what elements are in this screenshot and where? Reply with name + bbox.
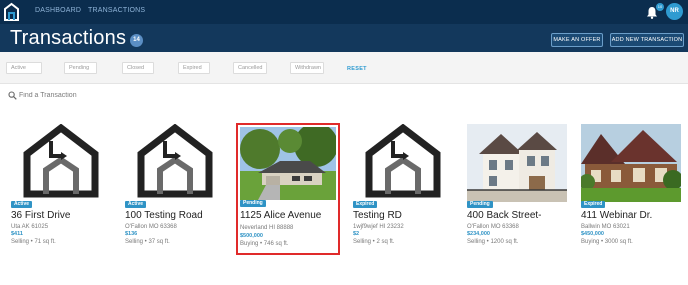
property-meta: Selling • 71 sq ft. xyxy=(11,239,56,245)
transaction-card[interactable]: Active 36 First Drive Uta AK 61025 $411 … xyxy=(11,124,111,254)
property-price: $450,000 xyxy=(581,231,604,237)
filter-bar xyxy=(0,52,688,84)
search-icon xyxy=(8,91,17,100)
property-meta: Selling • 2 sq ft. xyxy=(353,239,395,245)
property-address: 100 Testing Road xyxy=(125,210,203,221)
property-city: Neverland HI 88888 xyxy=(240,225,294,231)
property-city: Uta AK 61025 xyxy=(11,224,49,230)
property-meta: Selling • 1200 sq ft. xyxy=(467,239,519,245)
house-photo xyxy=(240,127,336,200)
notification-count-badge: 10 xyxy=(656,3,664,11)
transaction-card-selected[interactable]: Pending 1125 Alice Avenue Neverland HI 8… xyxy=(236,123,340,255)
property-city: O'Fallon MO 63368 xyxy=(125,224,177,230)
property-address: 411 Webinar Dr. xyxy=(581,210,653,221)
app-logo-icon[interactable] xyxy=(3,2,20,22)
top-nav: DASHBOARD TRANSACTIONS 10 NR xyxy=(0,0,688,24)
transaction-card[interactable]: Expired 411 Webinar Dr. Ballwin MO 63021… xyxy=(581,124,681,254)
transaction-card[interactable]: Pending 400 Back Street- O'Fallon MO 633… xyxy=(467,124,567,254)
property-meta: Buying • 3000 sq ft. xyxy=(581,239,633,245)
property-meta: Buying • 746 sq ft. xyxy=(240,241,289,247)
add-new-transaction-button[interactable]: ADD NEW TRANSACTION xyxy=(610,33,684,47)
page-title: Transactions xyxy=(10,27,127,49)
logo-placeholder-image xyxy=(11,124,111,202)
filter-active[interactable]: Active xyxy=(6,62,42,74)
filter-expired[interactable]: Expired xyxy=(178,62,210,74)
nav-dashboard-link[interactable]: DASHBOARD xyxy=(35,7,81,14)
property-address: 1125 Alice Avenue xyxy=(240,210,322,221)
property-address: Testing RD xyxy=(353,210,402,221)
property-city: Ballwin MO 63021 xyxy=(581,224,630,230)
property-meta: Selling • 37 sq ft. xyxy=(125,239,170,245)
user-avatar[interactable]: NR xyxy=(666,3,683,20)
property-price: $500,000 xyxy=(240,233,263,239)
property-price: $2 xyxy=(353,231,360,237)
transaction-count-badge: 14 xyxy=(130,34,143,47)
filter-closed[interactable]: Closed xyxy=(122,62,154,74)
status-badge: Expired xyxy=(353,201,378,208)
property-city: O'Fallon MO 63368 xyxy=(467,224,519,230)
filter-cancelled[interactable]: Cancelled xyxy=(233,62,267,74)
property-city: 1wjf9wjef HI 23232 xyxy=(353,224,404,230)
property-price: $411 xyxy=(11,231,23,237)
property-price: $234,000 xyxy=(467,231,490,237)
status-badge: Active xyxy=(125,201,147,208)
status-badge: Pending xyxy=(240,200,266,207)
filter-pending[interactable]: Pending xyxy=(64,62,97,74)
status-badge: Expired xyxy=(581,201,606,208)
logo-placeholder-image xyxy=(353,124,453,202)
transaction-card[interactable]: Expired Testing RD 1wjf9wjef HI 23232 $2… xyxy=(353,124,453,254)
search-input[interactable] xyxy=(19,90,219,101)
house-photo xyxy=(581,124,681,202)
nav-transactions-link[interactable]: TRANSACTIONS xyxy=(88,7,145,14)
make-offer-button[interactable]: MAKE AN OFFER xyxy=(551,33,603,47)
transaction-card[interactable]: Active 100 Testing Road O'Fallon MO 6336… xyxy=(125,124,225,254)
logo-placeholder-image xyxy=(125,124,225,202)
status-badge: Pending xyxy=(467,201,493,208)
property-address: 400 Back Street- xyxy=(467,210,542,221)
house-photo xyxy=(467,124,567,202)
property-address: 36 First Drive xyxy=(11,210,71,221)
reset-filters-link[interactable]: RESET xyxy=(347,66,367,72)
filter-withdrawn[interactable]: Withdrawn xyxy=(290,62,324,74)
property-price: $136 xyxy=(125,231,138,237)
status-badge: Active xyxy=(11,201,33,208)
